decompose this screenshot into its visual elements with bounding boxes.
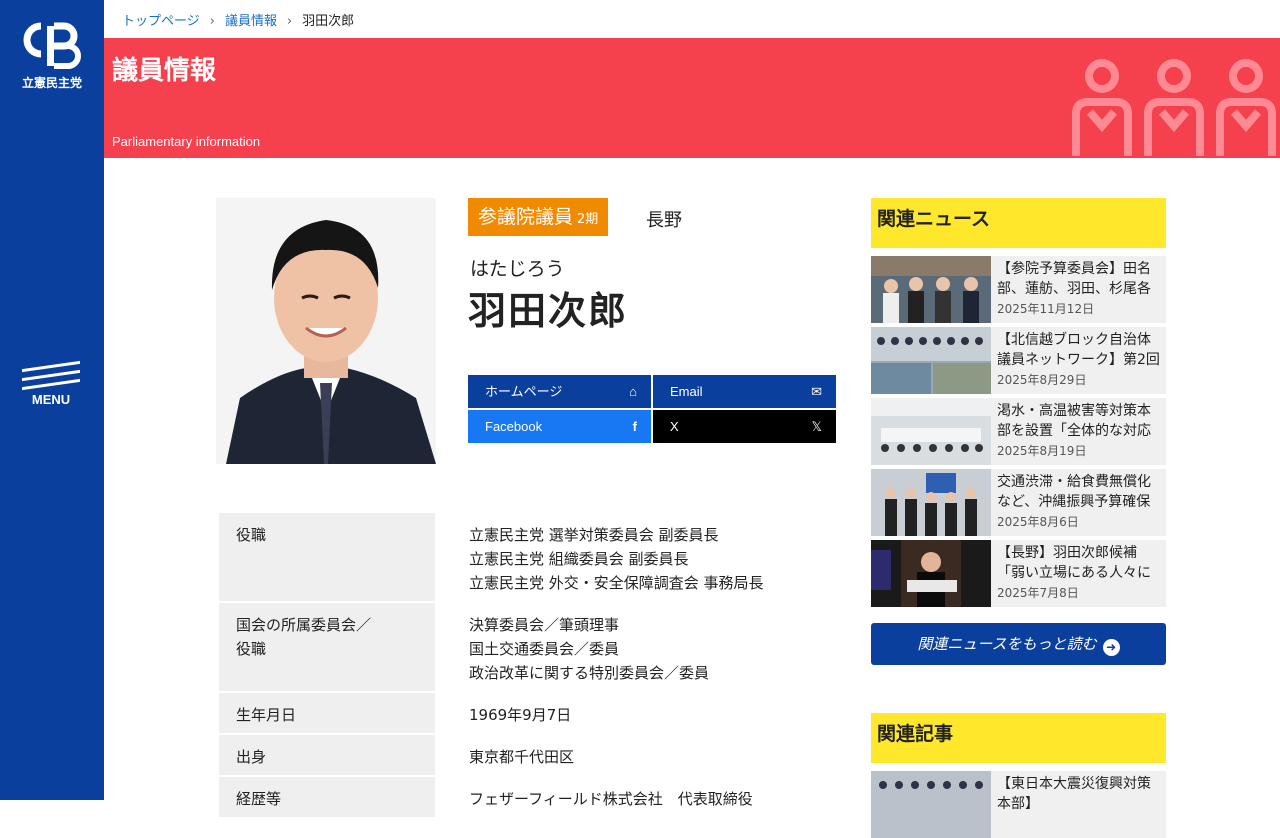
info-row-hometown: 出身 東京都千代田区 <box>219 733 839 775</box>
chevron-right-icon: › <box>286 14 293 29</box>
info-row-career: 経歴等 フェザーフィールド株式会社 代表取締役 <box>219 775 839 817</box>
sidebar: 立憲民主党 MENU <box>0 0 104 800</box>
news-date: 2025年8月19日 <box>997 444 1087 458</box>
info-label: 国会の所属委員会／役職 <box>219 603 435 691</box>
chevron-right-icon: › <box>209 14 215 29</box>
info-value: 東京都千代田区 <box>469 748 575 766</box>
role-label: 参議院議員 <box>478 206 574 228</box>
news-title: 【北信越ブロック自治体議員ネットワーク】第2回 <box>997 332 1160 368</box>
news-date: 2025年8月29日 <box>997 373 1087 387</box>
breadcrumb: トップページ › 議員情報 › 羽田次郎 <box>122 10 354 29</box>
related-sidebar: 関連ニュース 【参院予算委員会】田名部、蓮舫、羽田、杉尾各 2025年11月12日… <box>871 198 1166 838</box>
people-icon <box>1072 59 1276 156</box>
news-item[interactable]: 渇水・高温被害等対策本部を設置「全体的な対応 2025年8月19日 <box>871 398 1166 465</box>
party-name: 立憲民主党 <box>21 76 82 90</box>
x-label: X <box>670 419 679 434</box>
menu-button[interactable]: MENU <box>22 360 80 407</box>
page-title: 議員情報 <box>112 56 217 86</box>
news-title: 交通渋滞・給食費無償化など、沖縄振興予算確保 <box>997 474 1151 510</box>
info-label: 出身 <box>219 735 435 775</box>
facebook-link[interactable]: Facebook f <box>468 410 651 443</box>
facebook-label: Facebook <box>485 419 543 434</box>
menu-label: MENU <box>31 392 71 407</box>
news-title: 渇水・高温被害等対策本部を設置「全体的な対応 <box>997 403 1151 439</box>
news-item[interactable]: 交通渋滞・給食費無償化など、沖縄振興予算確保 2025年8月6日 <box>871 469 1166 536</box>
info-value: 1969年9月7日 <box>469 706 572 724</box>
info-label: 生年月日 <box>219 693 435 733</box>
member-photo <box>216 198 436 464</box>
x-logo-icon: 𝕏 <box>811 419 822 434</box>
news-title: 【長野】羽田次郎候補「弱い立場にある人々に光を <box>997 545 1151 581</box>
news-item[interactable]: 【参院予算委員会】田名部、蓮舫、羽田、杉尾各 2025年11月12日 <box>871 256 1166 323</box>
news-thumbnail <box>871 469 991 536</box>
info-row-committees: 国会の所属委員会／役職 決算委員会／筆頭理事 国土交通委員会／委員 政治改革に関する… <box>219 601 839 691</box>
member-name: 羽田次郎 <box>468 289 629 333</box>
info-value: フェザーフィールド株式会社 代表取締役 <box>469 790 753 808</box>
news-thumbnail <box>871 327 991 394</box>
info-row-birthdate: 生年月日 1969年9月7日 <box>219 691 839 733</box>
breadcrumb-current: 羽田次郎 <box>302 14 355 29</box>
email-link[interactable]: Email ✉ <box>653 375 836 408</box>
x-link[interactable]: X 𝕏 <box>653 410 836 443</box>
article-thumbnail <box>871 771 991 838</box>
news-item[interactable]: 【北信越ブロック自治体議員ネットワーク】第2回 2025年8月29日 <box>871 327 1166 394</box>
member-info-table: 役職 立憲民主党 選挙対策委員会 副委員長 立憲民主党 組織委員会 副委員長 立憲民… <box>219 513 839 817</box>
homepage-link[interactable]: ホームページ ⌂ <box>468 375 651 408</box>
portrait-image <box>216 198 436 464</box>
news-date: 2025年8月6日 <box>997 515 1079 529</box>
district-label: 長野 <box>646 210 682 231</box>
cdp-logo-icon <box>23 22 81 69</box>
info-row-position: 役職 立憲民主党 選挙対策委員会 副委員長 立憲民主党 組織委員会 副委員長 立憲民… <box>219 513 839 601</box>
more-news-label: 関連ニュースをもっと読む <box>917 635 1097 653</box>
news-date: 2025年11月12日 <box>997 302 1095 316</box>
article-title: 【東日本大震災復興対策本部】 <box>997 776 1151 812</box>
news-thumbnail <box>871 540 991 607</box>
envelope-icon: ✉ <box>811 384 822 399</box>
news-title: 【参院予算委員会】田名部、蓮舫、羽田、杉尾各 <box>997 261 1151 297</box>
news-date: 2025年7月8日 <box>997 586 1079 600</box>
role-badge: 参議院議員 2期 <box>468 198 609 236</box>
party-logo[interactable]: 立憲民主党 <box>18 22 86 91</box>
info-value: 決算委員会／筆頭理事 国土交通委員会／委員 政治改革に関する特別委員会／委員 <box>469 616 710 682</box>
homepage-label: ホームページ <box>485 384 563 399</box>
hamburger-icon <box>22 360 80 391</box>
related-articles-title: 関連記事 <box>871 713 1166 763</box>
info-label: 役職 <box>219 513 435 601</box>
info-label: 経歴等 <box>219 777 435 817</box>
news-item[interactable]: 【長野】羽田次郎候補「弱い立場にある人々に光を 2025年7月8日 <box>871 540 1166 607</box>
page-banner: 議員情報 Parliamentary information <box>104 38 1280 158</box>
related-news-title: 関連ニュース <box>871 198 1166 248</box>
facebook-icon: f <box>632 419 637 434</box>
news-thumbnail <box>871 398 991 465</box>
article-item[interactable]: 【東日本大震災復興対策本部】 <box>871 771 1166 838</box>
member-name-kana: はたじろう <box>470 258 565 280</box>
arrow-right-circle-icon: ➜ <box>1102 639 1120 656</box>
breadcrumb-members[interactable]: 議員情報 <box>225 14 277 29</box>
term-label: 2期 <box>577 212 599 227</box>
news-thumbnail <box>871 256 991 323</box>
home-icon: ⌂ <box>629 384 637 399</box>
info-value: 立憲民主党 選挙対策委員会 副委員長 立憲民主党 組織委員会 副委員長 立憲民主党 … <box>469 526 764 592</box>
breadcrumb-top[interactable]: トップページ <box>122 14 200 29</box>
email-label: Email <box>670 384 703 399</box>
page-subtitle: Parliamentary information <box>112 134 261 149</box>
more-news-button[interactable]: 関連ニュースをもっと読む ➜ <box>871 623 1166 665</box>
